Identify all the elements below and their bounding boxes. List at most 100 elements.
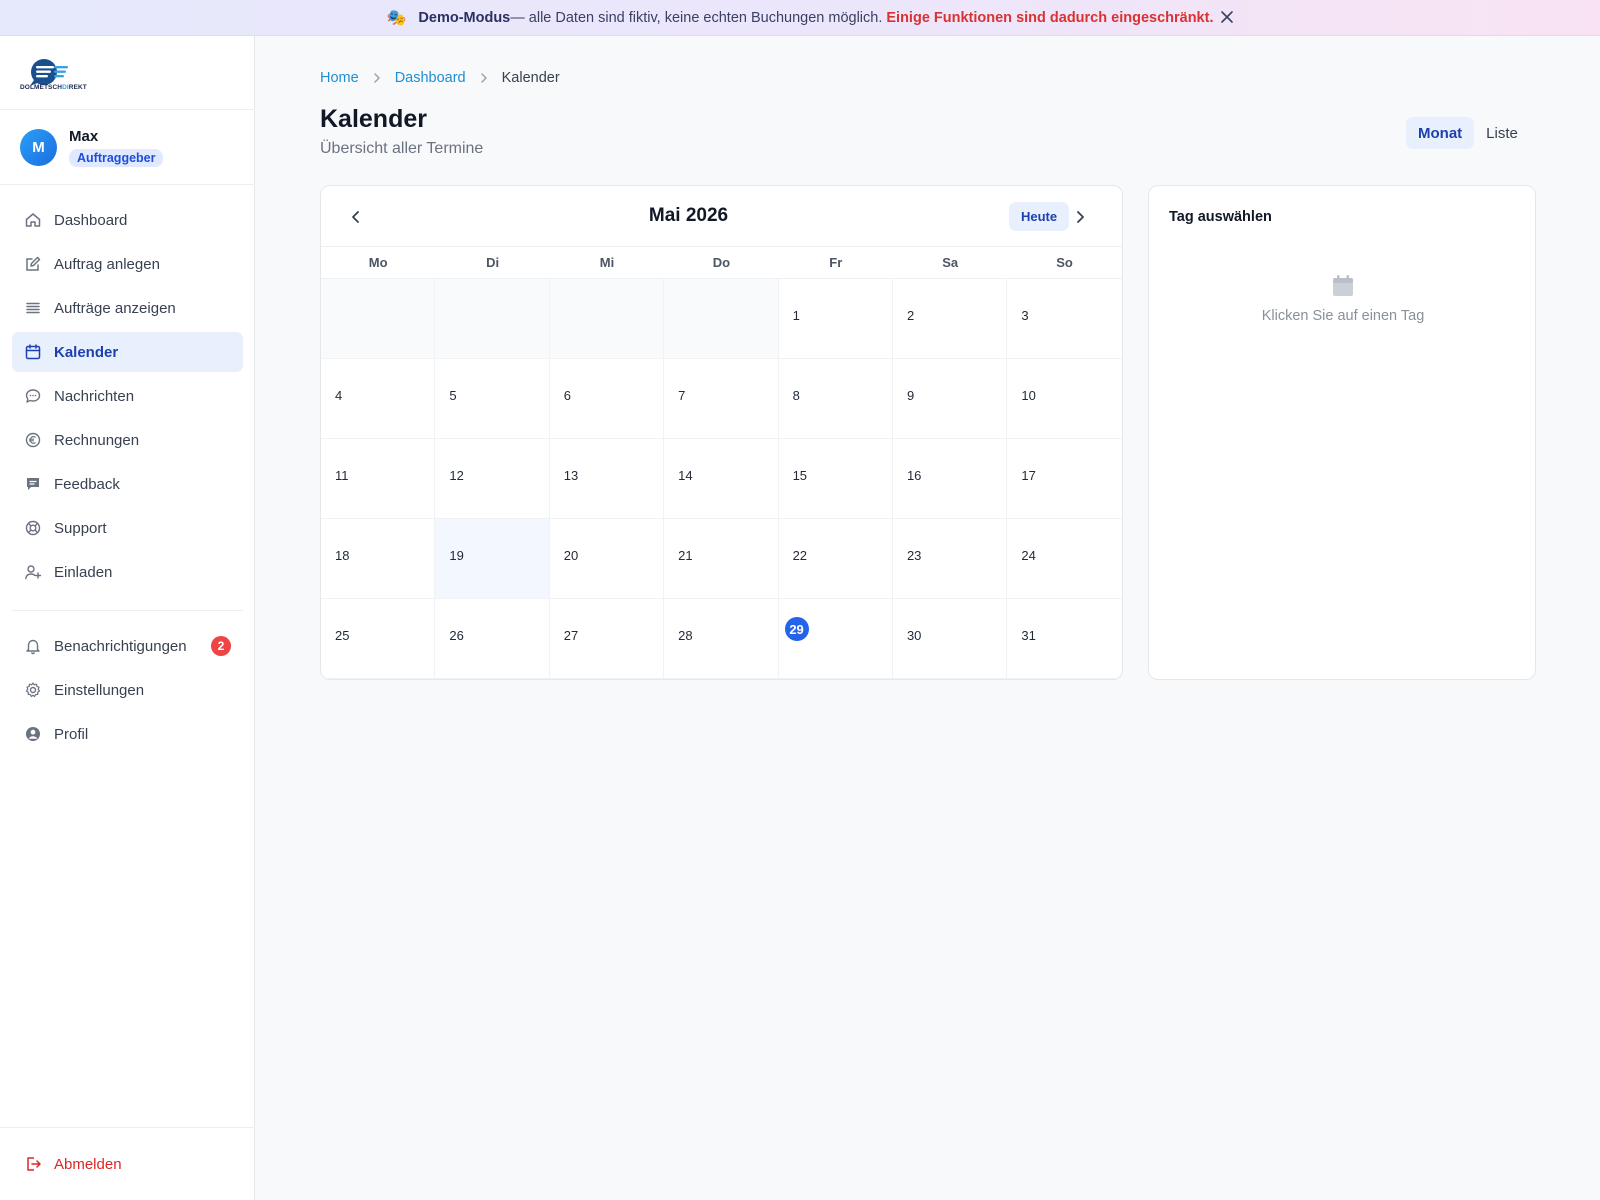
calendar-day[interactable]: 7 [664, 359, 779, 439]
calendar-day[interactable]: 27 [549, 599, 665, 679]
close-icon[interactable] [1218, 8, 1236, 26]
calendar-day-number: 19 [449, 548, 464, 563]
calendar-day[interactable]: 14 [664, 439, 779, 519]
calendar-day[interactable]: 16 [892, 439, 1008, 519]
calendar-day[interactable]: 21 [664, 519, 779, 599]
calendar-empty-cell [664, 279, 779, 359]
demo-banner: 🎭 Demo-Modus — alle Daten sind fiktiv, k… [0, 0, 1600, 36]
sidebar-item-einladen[interactable]: Einladen [12, 552, 243, 592]
demo-banner-title: Demo-Modus [418, 9, 511, 26]
calendar-day-number: 22 [792, 548, 808, 563]
calendar-day[interactable]: 17 [1007, 439, 1122, 519]
chevron-right-icon[interactable] [1069, 206, 1091, 228]
sidebar-item-kalender[interactable]: Kalender [12, 332, 243, 372]
calendar-day[interactable]: 23 [892, 519, 1008, 599]
calendar-day-number: 11 [335, 468, 349, 483]
calendar-day[interactable]: 22 [778, 519, 893, 599]
breadcrumb-dashboard[interactable]: Dashboard [395, 70, 466, 86]
lifebuoy-icon [25, 520, 41, 536]
sidebar-item-einstellungen[interactable]: Einstellungen [12, 670, 243, 710]
weekday-label: Do [712, 255, 731, 270]
sidebar-item-feedback[interactable]: Feedback [12, 464, 243, 504]
calendar-day[interactable]: 3 [1007, 279, 1122, 359]
calendar-day[interactable]: 5 [435, 359, 550, 439]
calendar-day[interactable]: 1 [778, 279, 893, 359]
sidebar-item-profil[interactable]: Profil [12, 714, 243, 754]
euro-icon [25, 432, 41, 448]
calendar-empty-cell [321, 279, 436, 359]
calendar-day[interactable]: 30 [892, 599, 1008, 679]
calendar-day-number: 29 [784, 617, 809, 641]
calendar-day[interactable]: 24 [1007, 519, 1122, 599]
calendar-day[interactable]: 11 [321, 439, 436, 519]
calendar-day-number: 21 [678, 548, 693, 563]
sidebar-item-label: Nachrichten [54, 387, 135, 405]
calendar-day-today[interactable]: 29 [778, 599, 893, 679]
calendar-day-number: 17 [1021, 468, 1036, 483]
sidebar-item-auftraege-anzeigen[interactable]: Aufträge anzeigen [12, 288, 243, 328]
calendar-day[interactable]: 13 [549, 439, 665, 519]
weekday-label: So [1056, 255, 1073, 270]
calendar-day[interactable]: 19 [435, 519, 550, 599]
calendar-day-number: 24 [1021, 548, 1036, 563]
calendar-day-number: 1 [792, 308, 800, 323]
calendar-icon [1333, 275, 1353, 296]
calendar-day-number: 3 [1021, 308, 1029, 323]
calendar-day[interactable]: 4 [321, 359, 436, 439]
calendar-day-number: 15 [792, 468, 808, 483]
calendar-day-number: 31 [1021, 628, 1036, 643]
calendar-day[interactable]: 10 [1007, 359, 1122, 439]
calendar-day[interactable]: 28 [664, 599, 779, 679]
divider [0, 109, 255, 110]
sidebar-item-label: Feedback [54, 475, 120, 493]
divider [0, 1127, 255, 1128]
sidebar-item-label: Rechnungen [54, 431, 140, 449]
calendar-day[interactable]: 9 [892, 359, 1008, 439]
sidebar-item-label: Auftrag anlegen [54, 255, 160, 273]
view-list-button[interactable]: Liste [1474, 117, 1530, 149]
sidebar-item-label: Kalender [54, 343, 119, 361]
weekday-label: Mo [368, 255, 388, 270]
calendar-day[interactable]: 8 [778, 359, 893, 439]
sidebar-item-label: Profil [54, 725, 89, 743]
sidebar-item-nachrichten[interactable]: Nachrichten [12, 376, 243, 416]
calendar-day[interactable]: 25 [321, 599, 436, 679]
calendar-day[interactable]: 12 [435, 439, 550, 519]
calendar-day-number: 7 [678, 388, 686, 403]
view-switcher: Monat Liste [1406, 117, 1530, 149]
sidebar-item-label: Benachrichtigungen [54, 637, 187, 655]
sidebar-item-benachrichtigungen[interactable]: Benachrichtigungen 2 [12, 626, 243, 666]
breadcrumb-home[interactable]: Home [320, 70, 359, 86]
calendar-day[interactable]: 20 [549, 519, 665, 599]
sidebar-item-support[interactable]: Support [12, 508, 243, 548]
sidebar-item-auftrag-anlegen[interactable]: Auftrag anlegen [12, 244, 243, 284]
weekday-label: Fr [829, 255, 843, 270]
feedback-icon [27, 478, 39, 490]
list-icon [26, 302, 40, 314]
calendar-day[interactable]: 31 [1007, 599, 1122, 679]
calendar-day-number: 5 [449, 388, 457, 403]
calendar-day-number: 13 [563, 468, 579, 483]
logout-icon [27, 1157, 41, 1171]
logo-wordmark: DOLMETSCHDIREKT [20, 84, 87, 91]
calendar-day-number: 27 [563, 628, 579, 643]
logout-button[interactable]: Abmelden [12, 1144, 243, 1184]
day-detail-panel: Tag auswählen Klicken Sie auf einen Tag [1148, 185, 1536, 680]
sidebar-item-dashboard[interactable]: Dashboard [12, 200, 243, 240]
today-button[interactable]: Heute [1009, 202, 1070, 231]
bell-icon [26, 639, 40, 655]
calendar-day[interactable]: 6 [549, 359, 665, 439]
calendar-day-number: 28 [678, 628, 693, 643]
calendar-day-number: 16 [906, 468, 922, 483]
calendar-day[interactable]: 15 [778, 439, 893, 519]
calendar-day-number: 6 [563, 388, 572, 403]
calendar-day[interactable]: 18 [321, 519, 436, 599]
calendar-day[interactable]: 2 [892, 279, 1008, 359]
weekday-label: Mi [599, 255, 615, 270]
theater-mask-icon: 🎭 [386, 9, 407, 27]
sidebar-item-rechnungen[interactable]: Rechnungen [12, 420, 243, 460]
calendar-day[interactable]: 26 [435, 599, 550, 679]
view-month-button[interactable]: Monat [1406, 117, 1475, 149]
sidebar-item-label: Einladen [54, 563, 113, 581]
logo[interactable] [20, 58, 86, 98]
